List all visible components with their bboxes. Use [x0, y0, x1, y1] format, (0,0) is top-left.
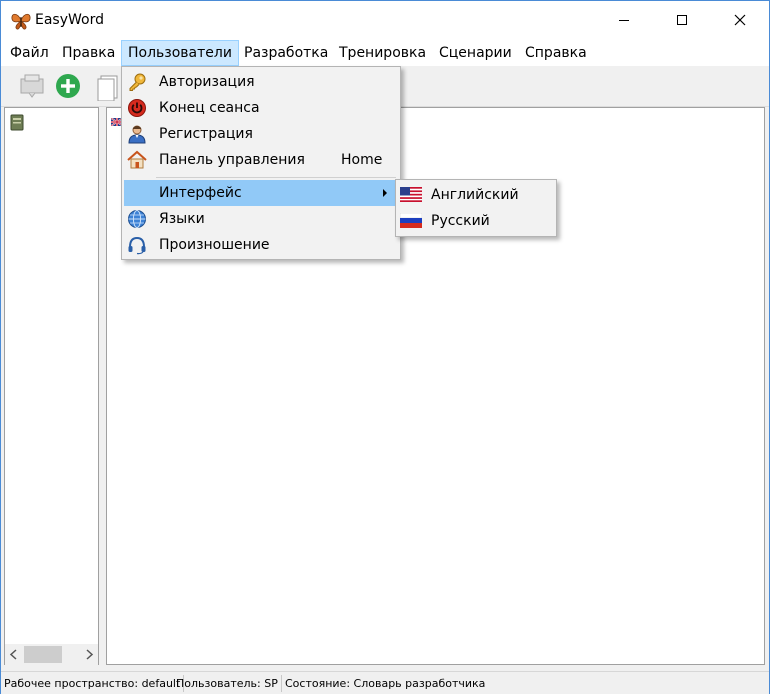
status-user: Пользователь: SP [173, 675, 282, 692]
status-user-label: Пользователь: [176, 677, 261, 690]
status-workspace-label: Рабочее пространство: [4, 677, 139, 690]
scroll-left-icon[interactable] [9, 649, 19, 660]
menu-item-languages[interactable]: Языки [124, 206, 398, 232]
menu-item-label: Конец сеанса [159, 100, 260, 116]
globe-icon [128, 210, 146, 228]
home-icon [127, 150, 147, 169]
status-bar: Рабочее пространство: default Пользовате… [1, 671, 769, 694]
submenu-item-english[interactable]: Английский [398, 182, 554, 208]
headset-icon [128, 236, 146, 255]
status-user-value: SP [264, 677, 278, 690]
power-icon [128, 99, 146, 117]
menu-bar: Файл Правка Пользователи Разработка Трен… [1, 40, 769, 66]
menu-item-label: Регистрация [159, 126, 253, 142]
user-icon [128, 125, 146, 144]
submenu-item-label: Русский [431, 213, 490, 229]
menu-item-label: Интерфейс [159, 185, 242, 201]
interface-submenu: Английский Русский [395, 179, 557, 237]
scroll-right-icon[interactable] [84, 649, 94, 660]
menu-separator [156, 177, 396, 178]
menu-item-label: Авторизация [159, 74, 255, 90]
submenu-item-label: Английский [431, 187, 519, 203]
us-flag-icon [400, 187, 422, 202]
menu-item-label: Языки [159, 211, 205, 227]
submenu-arrow-icon [383, 189, 387, 197]
copy-icon [97, 75, 118, 102]
butterfly-icon [10, 11, 32, 31]
menu-item-logout[interactable]: Конец сеанса [124, 95, 398, 121]
menu-users[interactable]: Пользователи [121, 40, 239, 66]
minimize-button[interactable] [595, 1, 653, 40]
russia-flag-icon [400, 213, 422, 228]
key-icon [129, 73, 146, 91]
maximize-button[interactable] [653, 1, 711, 40]
menu-item-label: Произношение [159, 237, 270, 253]
status-state-value: Словарь разработчика [353, 677, 486, 690]
menu-edit[interactable]: Правка [56, 40, 121, 66]
menu-development[interactable]: Разработка [238, 40, 334, 66]
toolbar-card-button[interactable] [17, 71, 47, 101]
menu-item-label: Панель управления [159, 152, 305, 168]
menu-item-control-panel[interactable]: Панель управления Home [124, 147, 398, 173]
dictionary-tree-panel[interactable] [4, 107, 99, 665]
horizontal-scrollbar[interactable] [5, 644, 98, 665]
app-window: EasyWord Файл Правка Пользователи Разраб… [0, 0, 770, 694]
plus-circle-icon [56, 74, 80, 98]
menu-scenarios[interactable]: Сценарии [433, 40, 518, 66]
title-bar[interactable]: EasyWord [1, 1, 769, 40]
users-dropdown-menu: Авторизация Конец сеанса Регистрация Пан… [121, 66, 401, 260]
menu-item-shortcut: Home [341, 152, 383, 168]
menu-item-register[interactable]: Регистрация [124, 121, 398, 147]
menu-item-pronunciation[interactable]: Произношение [124, 232, 398, 258]
add-button[interactable] [53, 71, 83, 101]
card-icon [20, 74, 44, 98]
window-title: EasyWord [35, 12, 104, 28]
status-state: Состояние: Словарь разработчика [282, 675, 488, 692]
menu-training[interactable]: Тренировка [333, 40, 432, 66]
scroll-thumb[interactable] [24, 646, 62, 663]
menu-item-interface[interactable]: Интерфейс [124, 180, 398, 206]
menu-item-login[interactable]: Авторизация [124, 69, 398, 95]
maximize-icon [677, 15, 687, 25]
dictionary-book-icon [10, 114, 24, 131]
close-button[interactable] [711, 1, 769, 40]
copy-button[interactable] [93, 71, 123, 102]
menu-help[interactable]: Справка [519, 40, 593, 66]
menu-file[interactable]: Файл [4, 40, 55, 66]
minimize-icon [619, 20, 629, 21]
status-workspace: Рабочее пространство: default [1, 675, 185, 692]
status-state-label: Состояние: [285, 677, 351, 690]
close-icon [734, 14, 746, 26]
submenu-item-russian[interactable]: Русский [398, 208, 554, 234]
